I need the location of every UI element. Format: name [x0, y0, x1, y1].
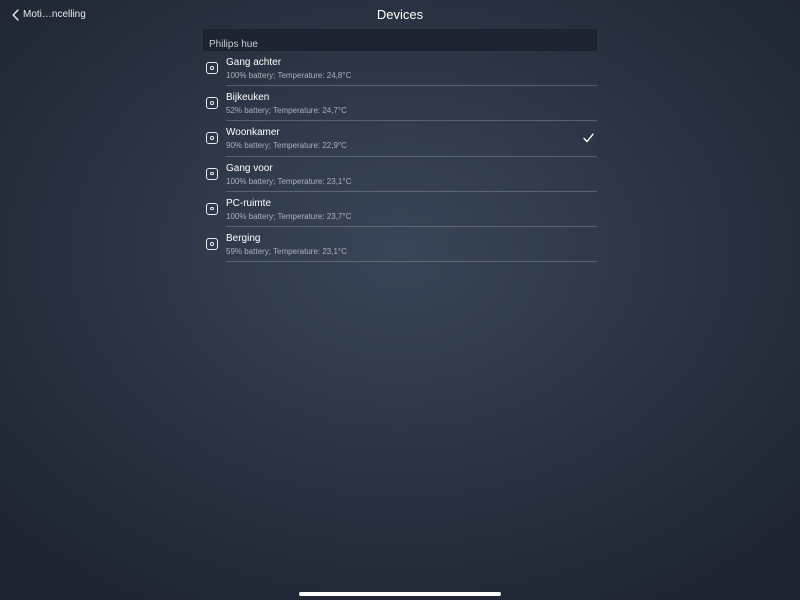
device-name: Woonkamer — [226, 127, 280, 139]
sensor-icon — [206, 132, 218, 145]
device-name: Bijkeuken — [226, 92, 270, 104]
device-details: 52% battery; Temperature: 24,7°C — [226, 106, 347, 116]
section-header-philips-hue: Philips hue — [203, 29, 597, 51]
page-title: Devices — [376, 7, 424, 22]
device-row-gang-voor[interactable]: Gang voor 100% battery; Temperature: 23,… — [203, 157, 597, 192]
device-details: 90% battery; Temperature: 22,9°C — [226, 141, 347, 151]
devices-list: Philips hue Gang achter 100% battery; Te… — [203, 29, 597, 263]
device-name: Gang achter — [226, 57, 282, 68]
device-name: Berging — [226, 232, 261, 244]
row-divider — [226, 261, 597, 263]
device-row-bijkeuken[interactable]: Bijkeuken 52% battery; Temperature: 24,7… — [203, 86, 597, 122]
sensor-icon — [206, 97, 218, 110]
device-row-gang-achter[interactable]: Gang achter 100% battery; Temperature: 2… — [203, 51, 597, 87]
sensor-icon — [206, 167, 218, 180]
device-details: 59% battery; Temperature: 23,1°C — [226, 246, 347, 256]
home-indicator[interactable] — [299, 592, 501, 596]
sensor-icon — [206, 237, 218, 250]
device-details: 100% battery; Temperature: 23,1°C — [226, 176, 352, 186]
device-row-woonkamer[interactable]: Woonkamer 90% battery; Temperature: 22,9… — [203, 121, 597, 157]
sensor-icon — [206, 62, 218, 74]
device-name: PC-ruimte — [226, 197, 272, 209]
checkmark-icon — [583, 133, 594, 143]
device-details: 100% battery; Temperature: 23,7°C — [226, 211, 352, 221]
device-details: 100% battery; Temperature: 24,8°C — [226, 71, 352, 80]
sensor-icon — [206, 202, 218, 215]
device-row-pc-ruimte[interactable]: PC-ruimte 100% battery; Temperature: 23,… — [203, 192, 597, 227]
device-row-berging[interactable]: Berging 59% battery; Temperature: 23,1°C — [203, 227, 597, 263]
device-name: Gang voor — [226, 162, 273, 174]
